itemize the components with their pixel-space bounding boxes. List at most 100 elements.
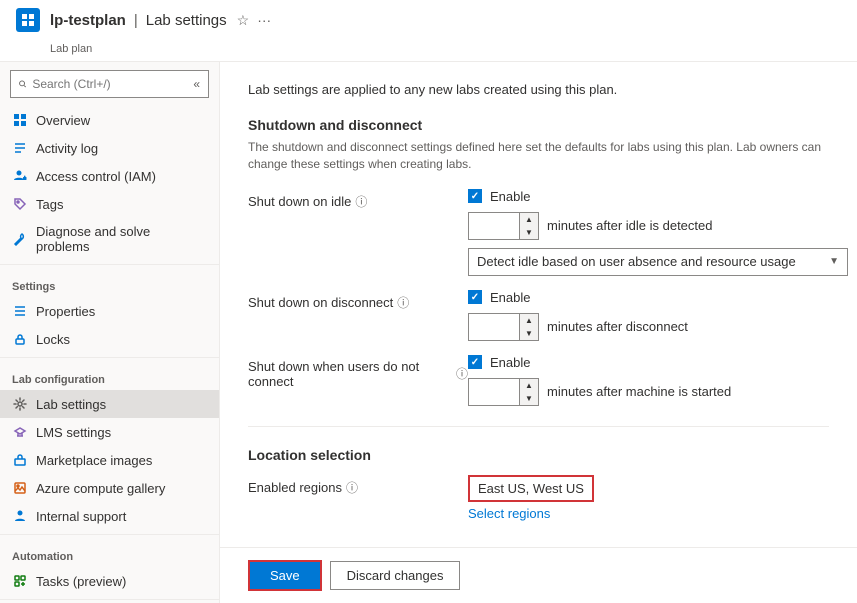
idle-dropdown-value: Detect idle based on user absence and re…: [477, 254, 796, 269]
regions-row: Enabled regions ⓘ East US, West US Selec…: [248, 475, 829, 521]
regions-info-icon[interactable]: ⓘ: [346, 479, 358, 496]
sidebar-gallery-label: Azure compute gallery: [36, 481, 165, 496]
no-connect-increment-btn[interactable]: ▲: [520, 379, 538, 392]
no-connect-spinner[interactable]: 15 ▲ ▼: [468, 378, 539, 406]
properties-icon: [12, 303, 28, 319]
idle-spinner[interactable]: 15 ▲ ▼: [468, 212, 539, 240]
collapse-icon[interactable]: «: [193, 77, 200, 91]
app-icon: [16, 8, 40, 32]
no-connect-minutes-unit: minutes after machine is started: [547, 384, 731, 399]
person-icon: [12, 508, 28, 524]
shutdown-section: Shutdown and disconnect The shutdown and…: [248, 117, 829, 406]
settings-divider: [0, 264, 219, 265]
sidebar-item-access-control[interactable]: Access control (IAM): [0, 162, 219, 190]
no-connect-controls: Enable 15 ▲ ▼ minutes after machine is s…: [468, 355, 731, 406]
no-connect-minutes-input[interactable]: 15: [469, 379, 519, 405]
sidebar-tasks-label: Tasks (preview): [36, 574, 126, 589]
no-connect-minutes-row: 15 ▲ ▼ minutes after machine is started: [468, 378, 731, 406]
sidebar-item-internal-support[interactable]: Internal support: [0, 502, 219, 530]
disconnect-controls: Enable 0 ▲ ▼ minutes after disconnect: [468, 290, 688, 341]
no-connect-enable-row: Enable: [468, 355, 731, 370]
sidebar-lab-settings-label: Lab settings: [36, 397, 106, 412]
enabled-regions-value: East US, West US: [468, 475, 594, 502]
person-lock-icon: [12, 168, 28, 184]
content-area: Lab settings are applied to any new labs…: [220, 62, 857, 547]
no-connect-enable-label: Enable: [490, 355, 530, 370]
hat-icon: [12, 424, 28, 440]
search-icon: [19, 78, 26, 90]
lab-config-divider: [0, 357, 219, 358]
sidebar-item-tags[interactable]: Tags: [0, 190, 219, 218]
sidebar-item-properties[interactable]: Properties: [0, 297, 219, 325]
disconnect-decrement-btn[interactable]: ▼: [520, 327, 538, 340]
sidebar-properties-label: Properties: [36, 304, 95, 319]
more-options-icon[interactable]: ···: [257, 12, 271, 28]
disconnect-enable-row: Enable: [468, 290, 688, 305]
sidebar-item-compute-gallery[interactable]: Azure compute gallery: [0, 474, 219, 502]
idle-enable-checkbox[interactable]: [468, 189, 482, 203]
location-section: Location selection Enabled regions ⓘ Eas…: [248, 447, 829, 521]
disconnect-enable-label: Enable: [490, 290, 530, 305]
idle-decrement-btn[interactable]: ▼: [520, 226, 538, 239]
disconnect-increment-btn[interactable]: ▲: [520, 314, 538, 327]
page-title: lp-testplan: [50, 12, 126, 29]
sidebar-item-marketplace[interactable]: Marketplace images: [0, 446, 219, 474]
disconnect-spinner-buttons: ▲ ▼: [519, 314, 538, 340]
sidebar-activity-label: Activity log: [36, 141, 98, 156]
location-title: Location selection: [248, 447, 829, 463]
no-connect-info-icon[interactable]: ⓘ: [456, 365, 468, 382]
sidebar-item-activity-log[interactable]: Activity log: [0, 134, 219, 162]
sidebar-item-lab-settings[interactable]: Lab settings: [0, 390, 219, 418]
disconnect-minutes-row: 0 ▲ ▼ minutes after disconnect: [468, 313, 688, 341]
idle-label: Shut down on idle ⓘ: [248, 189, 468, 210]
idle-minutes-input[interactable]: 15: [469, 213, 519, 239]
tag-icon: [12, 196, 28, 212]
idle-info-icon[interactable]: ⓘ: [355, 193, 367, 210]
idle-minutes-unit: minutes after idle is detected: [547, 218, 712, 233]
sidebar-item-tasks[interactable]: Tasks (preview): [0, 567, 219, 595]
disconnect-spinner[interactable]: 0 ▲ ▼: [468, 313, 539, 341]
gear-icon: [12, 396, 28, 412]
lab-config-section-label: Lab configuration: [0, 362, 219, 390]
idle-row: Shut down on idle ⓘ Enable 15 ▲: [248, 189, 829, 276]
shutdown-title: Shutdown and disconnect: [248, 117, 829, 133]
intro-text: Lab settings are applied to any new labs…: [248, 82, 829, 97]
lock-icon: [12, 331, 28, 347]
no-connect-row: Shut down when users do not connect ⓘ En…: [248, 355, 829, 406]
no-connect-label: Shut down when users do not connect ⓘ: [248, 355, 468, 389]
idle-detection-dropdown[interactable]: Detect idle based on user absence and re…: [468, 248, 848, 276]
disconnect-minutes-input[interactable]: 0: [469, 314, 519, 340]
sidebar-item-lms[interactable]: LMS settings: [0, 418, 219, 446]
breadcrumb: Lab plan: [50, 43, 92, 55]
discard-button[interactable]: Discard changes: [330, 561, 461, 590]
disconnect-row: Shut down on disconnect ⓘ Enable 0: [248, 290, 829, 341]
save-button[interactable]: Save: [248, 560, 322, 591]
disconnect-label: Shut down on disconnect ⓘ: [248, 290, 468, 311]
automation-section-label: Automation: [0, 539, 219, 567]
sidebar-lms-label: LMS settings: [36, 425, 111, 440]
top-bar: lp-testplan | Lab settings ☆ ··· Lab pla…: [0, 0, 857, 62]
search-input[interactable]: [32, 77, 187, 91]
sidebar-item-overview[interactable]: Overview: [0, 106, 219, 134]
sidebar-item-diagnose[interactable]: Diagnose and solve problems: [0, 218, 219, 260]
idle-controls: Enable 15 ▲ ▼ minutes after idle is dete…: [468, 189, 848, 276]
no-connect-spinner-buttons: ▲ ▼: [519, 379, 538, 405]
search-box[interactable]: «: [10, 70, 209, 98]
location-divider: [248, 426, 829, 427]
select-regions-link[interactable]: Select regions: [468, 506, 594, 521]
settings-section-label: Settings: [0, 269, 219, 297]
list-icon: [12, 140, 28, 156]
sidebar-item-locks[interactable]: Locks: [0, 325, 219, 353]
tasks-icon: [12, 573, 28, 589]
wrench-icon: [12, 231, 28, 247]
no-connect-enable-checkbox[interactable]: [468, 355, 482, 369]
regions-label: Enabled regions ⓘ: [248, 475, 468, 496]
footer-bar: Save Discard changes: [220, 547, 857, 603]
favorite-icon[interactable]: ☆: [237, 12, 250, 29]
disconnect-enable-checkbox[interactable]: [468, 290, 482, 304]
idle-increment-btn[interactable]: ▲: [520, 213, 538, 226]
disconnect-info-icon[interactable]: ⓘ: [397, 294, 409, 311]
sidebar-internal-support-label: Internal support: [36, 509, 126, 524]
no-connect-decrement-btn[interactable]: ▼: [520, 392, 538, 405]
sidebar-iam-label: Access control (IAM): [36, 169, 156, 184]
